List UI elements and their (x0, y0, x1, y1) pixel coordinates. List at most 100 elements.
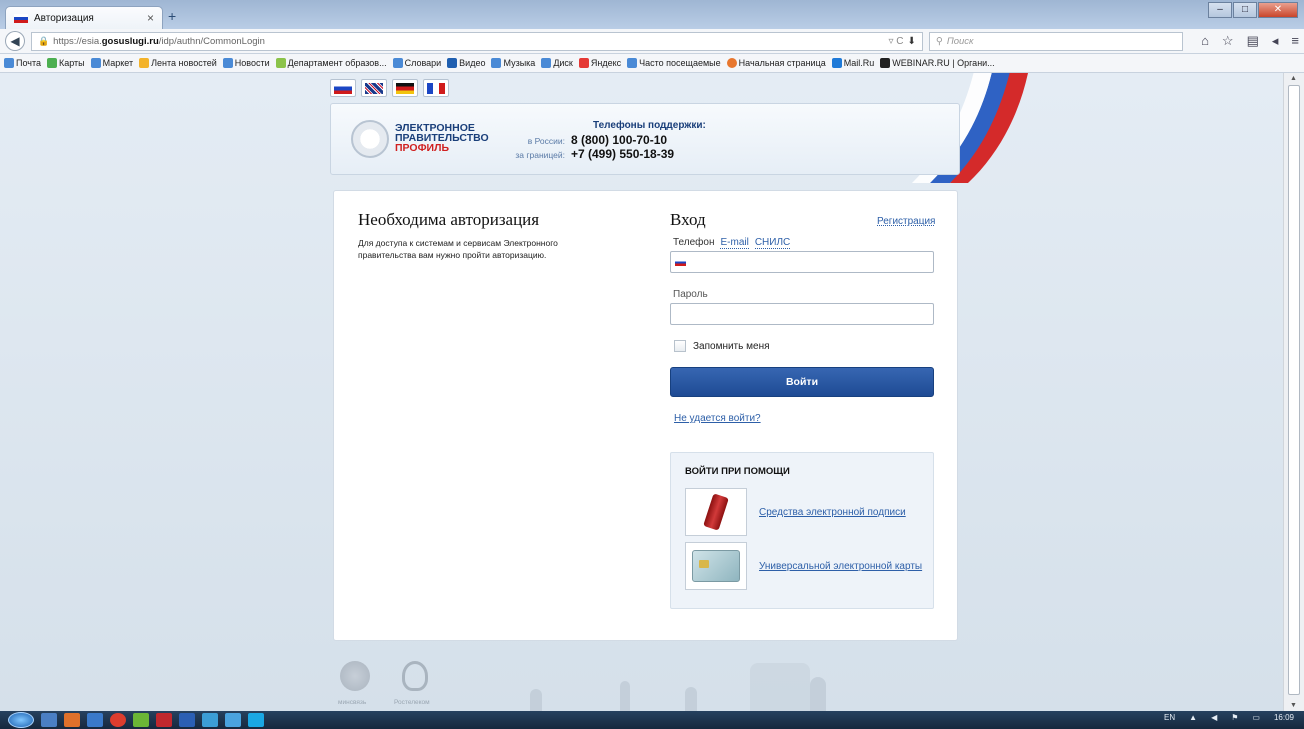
download-icon[interactable]: ⬇ (908, 36, 916, 47)
windows-taskbar: EN ▲ ◀ ⚑ ▭ 16:09 (0, 711, 1304, 729)
alt-login-title: ВОЙТИ ПРИ ПОМОЩИ (685, 466, 790, 477)
bookmark-item[interactable]: Почта (4, 58, 41, 68)
people-silhouette (685, 687, 697, 711)
search-input[interactable]: ⚲ Поиск (928, 31, 1184, 51)
login-button[interactable]: Войти (670, 367, 934, 397)
maximize-button[interactable]: □ (1233, 2, 1257, 18)
bookmark-item[interactable]: Яндекс (578, 58, 621, 68)
phone-input[interactable] (670, 251, 934, 273)
language-switcher (330, 79, 449, 97)
volume-icon[interactable]: ◀ (1211, 713, 1217, 722)
bookmark-item[interactable]: Mail.Ru (831, 58, 874, 68)
people-silhouette (620, 681, 630, 711)
remember-checkbox[interactable] (674, 340, 686, 352)
skype-icon[interactable] (248, 713, 264, 727)
remember-me[interactable]: Запомнить меня (674, 340, 770, 352)
reading-list-icon[interactable]: ▤ (1247, 33, 1259, 49)
site-logo-text[interactable]: ЭЛЕКТРОННОЕ ПРАВИТЕЛЬСТВО ПРОФИЛЬ (395, 123, 489, 154)
tab-snils[interactable]: СНИЛС (754, 237, 791, 249)
bookmark-item[interactable]: Новости (222, 58, 270, 68)
bookmark-item[interactable]: Диск (541, 58, 573, 68)
bookmark-item[interactable]: Словари (392, 58, 441, 68)
window-controls: – □ ✕ (1208, 2, 1298, 18)
gov-logo-icon[interactable] (351, 120, 389, 158)
firefox-icon[interactable] (64, 713, 80, 727)
bookmark-item[interactable]: WEBINAR.RU | Органи... (880, 58, 995, 68)
support-title: Телефоны поддержки: (593, 120, 706, 131)
flag-icon[interactable]: ⚑ (1231, 713, 1238, 722)
close-tab-icon[interactable]: × (147, 11, 154, 25)
send-icon[interactable]: ◂ (1272, 33, 1279, 49)
bookmark-item[interactable]: Маркет (90, 58, 133, 68)
media-player-icon[interactable] (87, 713, 103, 727)
start-button[interactable] (8, 712, 34, 728)
back-button[interactable]: ◀ (5, 31, 25, 51)
password-label: Пароль (673, 289, 708, 300)
footer-label-rostelecom: Ростелеком (394, 699, 430, 706)
tab-title: Авторизация (34, 12, 94, 24)
chrome-icon[interactable] (110, 713, 126, 727)
home-icon[interactable]: ⌂ (1201, 33, 1209, 49)
lang-ru-button[interactable] (330, 79, 356, 97)
alt-login-esign[interactable]: Средства электронной подписи (685, 488, 906, 536)
bookmark-item[interactable]: Департамент образов... (275, 58, 387, 68)
lang-de-button[interactable] (392, 79, 418, 97)
bookmarks-bar: Почта Карты Маркет Лента новостей Новост… (0, 54, 1304, 73)
close-window-button[interactable]: ✕ (1258, 2, 1298, 18)
network-icon[interactable]: ▭ (1252, 713, 1260, 722)
pdf-reader-icon[interactable] (156, 713, 172, 727)
browser-tab[interactable]: Авторизация × (5, 6, 163, 29)
bookmark-item[interactable]: Музыка (491, 58, 535, 68)
minimize-button[interactable]: – (1208, 2, 1232, 18)
password-input[interactable] (670, 303, 934, 325)
bookmark-item[interactable]: Карты (47, 58, 85, 68)
lang-en-button[interactable] (361, 79, 387, 97)
menu-icon[interactable]: ≡ (1291, 33, 1299, 49)
app-icon[interactable] (202, 713, 218, 727)
auth-required-description: Для доступа к системам и сервисам Электр… (358, 238, 558, 260)
smart-card-icon[interactable] (685, 542, 747, 590)
app-icon[interactable] (225, 713, 241, 727)
login-method-tabs: Телефон E-mail СНИЛС (673, 237, 791, 249)
esign-link[interactable]: Средства электронной подписи (759, 507, 906, 518)
bookmark-item[interactable]: Начальная страница (726, 58, 826, 68)
search-placeholder: Поиск (946, 35, 974, 47)
language-indicator[interactable]: EN (1164, 713, 1175, 722)
bookmark-item[interactable]: Видео (447, 58, 485, 68)
nav-bar: ◀ 🔒 https://esia.gosuslugi.ru/idp/authn/… (0, 29, 1304, 54)
tab-phone[interactable]: Телефон (673, 237, 714, 249)
reload-icon[interactable]: ▿ C (888, 36, 903, 47)
site-header: ЭЛЕКТРОННОЕ ПРАВИТЕЛЬСТВО ПРОФИЛЬ Телефо… (330, 73, 1028, 183)
scrollbar-thumb[interactable] (1288, 85, 1300, 695)
auth-card: Необходима авторизация Для доступа к сис… (333, 190, 958, 641)
auth-required-title: Необходима авторизация (358, 210, 540, 229)
people-silhouette (810, 677, 826, 711)
app-icon[interactable] (133, 713, 149, 727)
tab-email[interactable]: E-mail (720, 237, 749, 249)
bookmark-item[interactable]: Лента новостей (139, 58, 217, 68)
tray-arrow-icon[interactable]: ▲ (1189, 713, 1197, 722)
lang-fr-button[interactable] (423, 79, 449, 97)
cant-login-link[interactable]: Не удается войти? (674, 413, 761, 424)
alt-login-uec[interactable]: Универсальной электронной карты (685, 542, 922, 590)
star-icon[interactable]: ☆ (1222, 33, 1234, 49)
coat-of-arms-icon (340, 661, 370, 691)
address-bar[interactable]: 🔒 https://esia.gosuslugi.ru/idp/authn/Co… (30, 31, 923, 51)
toolbar-icons: ⌂ ☆ ▤ ◂ ≡ (1201, 33, 1299, 49)
usb-token-icon[interactable] (685, 488, 747, 536)
login-title: Вход (670, 210, 706, 229)
register-link[interactable]: Регистрация (877, 216, 935, 227)
uec-link[interactable]: Универсальной электронной карты (759, 561, 922, 572)
word-icon[interactable] (179, 713, 195, 727)
system-tray: EN ▲ ◀ ⚑ ▭ 16:09 (1164, 713, 1294, 722)
clock[interactable]: 16:09 (1274, 713, 1294, 722)
people-silhouette (530, 689, 542, 711)
remember-label: Запомнить меня (693, 340, 770, 352)
rostelecom-logo-icon (402, 661, 428, 691)
explorer-icon[interactable] (41, 713, 57, 727)
tab-strip: Авторизация × + – □ ✕ (0, 0, 1304, 29)
page-scrollbar[interactable]: ▲ ▼ (1283, 73, 1304, 711)
new-tab-button[interactable]: + (168, 9, 176, 23)
bookmark-item[interactable]: Часто посещаемые (627, 58, 721, 68)
country-flag-icon[interactable] (675, 258, 686, 266)
